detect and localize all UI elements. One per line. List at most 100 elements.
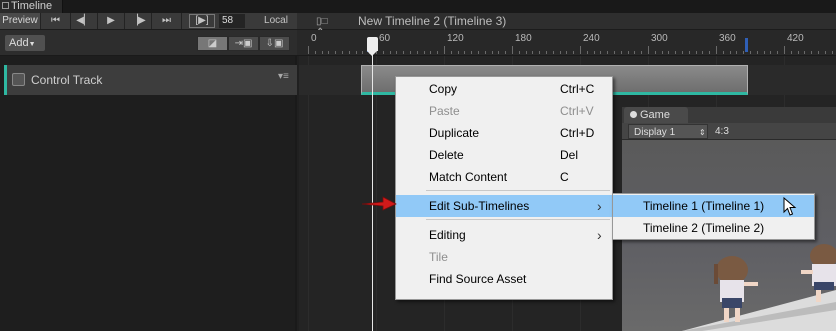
menu-item-label: Paste [429,104,460,118]
menu-item-duplicate[interactable]: Duplicate Ctrl+D [396,122,612,144]
ruler-tick-label: 180 [515,33,532,44]
menu-item-paste[interactable]: Paste Ctrl+V [396,100,612,122]
last-frame-button[interactable]: ⏭ [152,13,182,29]
ruler-tick [716,46,717,54]
replace-mode-icon[interactable]: ⇩▣ [259,36,290,51]
ruler-tick [553,51,554,54]
ruler-tick [770,51,771,54]
track-list [0,56,297,331]
window-icon [2,2,9,9]
ruler-tick [832,51,833,54]
menu-item-label: Delete [429,148,464,162]
ruler-tick [682,51,683,54]
game-tab-label: Game [640,109,670,121]
ruler-tick [662,51,663,54]
ruler-tick [362,51,363,54]
ruler-tick [390,51,391,54]
ruler-tick [424,51,425,54]
preview-button[interactable]: Preview [0,13,41,29]
menu-item-shortcut: Ctrl+V [560,104,594,118]
menu-item-delete[interactable]: Delete Del [396,144,612,166]
ruler-tick-label: 60 [379,33,391,44]
game-tab[interactable]: Game [624,107,688,123]
menu-separator [426,190,610,191]
menu-item-edit-sub-timelines[interactable]: Edit Sub-Timelines › [396,195,612,217]
display-select[interactable]: Display 1 ⇕ [628,124,708,139]
ruler-tick [743,51,744,54]
ruler-tick [818,51,819,54]
next-frame-button[interactable]: ▕▶ [125,13,152,29]
ruler-tick [342,51,343,54]
ruler-tick [437,51,438,54]
ruler-tick [689,51,690,54]
first-frame-button[interactable]: ⏮ [41,13,71,29]
submenu-arrow-icon: › [597,227,602,243]
ruler-tick-label: 360 [719,33,736,44]
frame-range-button[interactable]: [▶] [189,14,215,28]
game-icon [630,111,637,118]
ripple-mode-icon[interactable]: ⇥▣ [228,36,259,51]
ruler-tick [791,51,792,54]
menu-item-copy[interactable]: Copy Ctrl+C [396,78,612,100]
ruler-tick [335,51,336,54]
clip-context-menu: Copy Ctrl+C Paste Ctrl+V Duplicate Ctrl+D Dele… [395,76,613,300]
ruler-tick-label: 240 [583,33,600,44]
ruler-tick [451,51,452,54]
playhead-handle[interactable] [367,37,378,56]
control-track-icon [12,73,25,86]
display-label: Display 1 [634,127,676,138]
ruler-tick [600,51,601,54]
frame-field[interactable]: 58 [219,14,245,28]
menu-item-tile[interactable]: Tile [396,246,612,268]
ruler-tick [621,51,622,54]
ruler-tick [498,51,499,54]
time-mode-local[interactable]: Local [256,13,296,29]
ruler-tick [512,46,513,54]
ruler-tick [444,46,445,54]
menu-item-label: Editing [429,228,466,242]
add-track-button[interactable]: Add▼ [5,35,45,51]
ruler-tick [566,51,567,54]
mix-mode-icon[interactable]: ◪ [197,36,228,51]
ruler-tick [308,46,309,54]
ruler-tick [702,51,703,54]
ruler-tick [798,51,799,54]
submenu-item-timeline-2[interactable]: Timeline 2 (Timeline 2) [613,217,814,239]
ruler-tick [757,51,758,54]
ruler-tick [723,51,724,54]
menu-item-shortcut: Ctrl+D [560,126,595,140]
ruler-tick [532,51,533,54]
range-end-marker[interactable] [745,38,748,52]
ruler-tick [811,51,812,54]
timeline-asset-icon[interactable]: ▯□ ⇕ [316,16,336,38]
ruler-tick [777,51,778,54]
ruler-tick [417,51,418,54]
menu-item-find-source-asset[interactable]: Find Source Asset [396,268,612,290]
ruler-tick [492,51,493,54]
menu-item-label: Match Content [429,170,508,184]
ruler-tick [539,51,540,54]
menu-item-label: Tile [429,250,448,264]
sequence-breadcrumb[interactable]: New Timeline 2 (Timeline 3) [358,13,506,30]
menu-item-match-content[interactable]: Match Content C [396,166,612,188]
ruler-tick-label: 0 [311,33,317,44]
menu-item-shortcut: Del [560,148,579,162]
submenu-item-label: Timeline 1 (Timeline 1) [643,199,765,213]
play-button[interactable]: ▶ [98,13,125,29]
stepper-icon: ⇕ [699,128,706,137]
grid-line [308,56,309,331]
ruler-tick [628,51,629,54]
ruler-tick-label: 120 [447,33,464,44]
timeline-window-tab[interactable]: Timeline [0,0,63,13]
aspect-select[interactable]: 4:3 [715,124,729,139]
menu-item-shortcut: C [560,170,569,184]
transport-bar: Preview ⏮ ◀▏ ▶ ▕▶ ⏭ [▶] 58 Local [0,13,297,30]
menu-separator [426,219,610,220]
menu-item-editing[interactable]: Editing › [396,224,612,246]
ruler-tick [804,51,805,54]
previous-frame-button[interactable]: ◀▏ [71,13,98,29]
ruler-tick [696,51,697,54]
ruler-tick [464,51,465,54]
chevron-down-icon: ▼ [28,41,36,48]
track-options-icon[interactable]: ▾≡ [278,71,289,82]
